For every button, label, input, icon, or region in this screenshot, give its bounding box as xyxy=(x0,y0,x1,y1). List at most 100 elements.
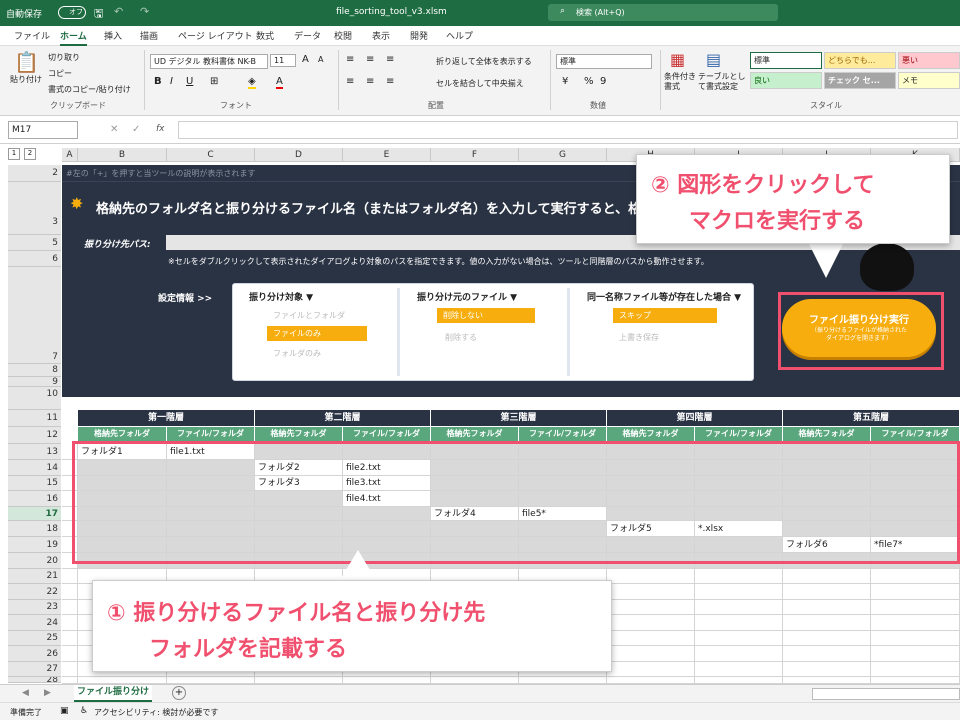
grid-cell[interactable] xyxy=(783,600,871,615)
number-format-select[interactable]: 標準 xyxy=(556,54,652,69)
row-header-22[interactable]: 22 xyxy=(8,584,61,600)
column-header-f[interactable]: F xyxy=(431,148,519,162)
align-center-icon[interactable]: ≡ xyxy=(366,76,374,87)
row-header-17[interactable]: 17 xyxy=(8,507,61,521)
percent-button[interactable]: % xyxy=(584,76,594,87)
grid-cell[interactable] xyxy=(871,662,960,677)
tab-home[interactable]: ホーム xyxy=(60,29,87,46)
panel-title-duplicate[interactable]: 同一名称ファイル等が存在した場合 ▼ xyxy=(587,290,741,303)
comma-button[interactable]: 9 xyxy=(600,76,606,87)
tab-page-layout[interactable]: ページ レイアウト xyxy=(178,29,253,42)
grid-cell[interactable] xyxy=(62,662,78,677)
grid-cell[interactable] xyxy=(783,615,871,631)
row-header-9[interactable]: 9 xyxy=(8,377,61,387)
grid-cell[interactable] xyxy=(871,600,960,615)
name-box[interactable]: M17 xyxy=(8,121,78,139)
outline-level-1[interactable]: 1 xyxy=(8,148,20,160)
style-note[interactable]: メモ xyxy=(898,72,960,89)
row-header-11[interactable]: 11 xyxy=(8,410,61,427)
style-bad[interactable]: 悪い xyxy=(898,52,960,69)
grid-cell[interactable] xyxy=(695,662,783,677)
column-header-b[interactable]: B xyxy=(78,148,167,162)
row-header-19[interactable]: 19 xyxy=(8,537,61,553)
format-as-table-button[interactable]: テーブルとして書式設定 xyxy=(698,72,746,92)
redo-icon[interactable]: ↷ xyxy=(140,5,149,18)
copy-button[interactable]: コピー xyxy=(48,68,72,79)
option-delete[interactable]: 削除する xyxy=(445,332,477,343)
tab-help[interactable]: ヘルプ xyxy=(446,29,473,42)
add-sheet-button[interactable]: + xyxy=(172,686,186,700)
grid-cell[interactable] xyxy=(431,677,519,684)
row-header-6[interactable]: 6 xyxy=(8,251,61,267)
row-header-12[interactable]: 12 xyxy=(8,427,61,444)
horizontal-scrollbar[interactable] xyxy=(812,688,960,700)
cancel-icon[interactable]: ✕ xyxy=(110,124,118,135)
row-header-28[interactable]: 28 xyxy=(8,677,61,683)
option-skip[interactable]: スキップ xyxy=(613,308,717,323)
grid-cell[interactable] xyxy=(62,600,78,615)
grid-cell[interactable] xyxy=(62,646,78,662)
option-files-only[interactable]: ファイルのみ xyxy=(267,326,367,341)
accessibility-icon[interactable]: ♿ xyxy=(80,706,88,716)
row-header-15[interactable]: 15 xyxy=(8,476,61,491)
grid-cell[interactable] xyxy=(871,646,960,662)
save-icon[interactable]: 🖫 xyxy=(94,5,103,24)
row-header-27[interactable]: 27 xyxy=(8,662,61,677)
grid-cell[interactable] xyxy=(695,600,783,615)
shrink-font-button[interactable]: A xyxy=(318,55,323,64)
align-left-icon[interactable]: ≡ xyxy=(346,76,354,87)
grid-cell[interactable] xyxy=(783,584,871,600)
grid-cell[interactable] xyxy=(695,569,783,584)
row-header-16[interactable]: 16 xyxy=(8,491,61,507)
grid-cell[interactable] xyxy=(607,662,695,677)
grid-cell[interactable] xyxy=(871,584,960,600)
option-overwrite[interactable]: 上書き保存 xyxy=(619,332,659,343)
column-header-d[interactable]: D xyxy=(255,148,343,162)
grid-cell[interactable] xyxy=(62,631,78,646)
tab-developer[interactable]: 開発 xyxy=(410,29,428,42)
style-check-cell[interactable]: チェック セ... xyxy=(824,72,896,89)
grow-font-button[interactable]: A xyxy=(302,54,309,65)
grid-cell[interactable] xyxy=(607,677,695,684)
merge-center-button[interactable]: セルを結合して中央揃え xyxy=(436,78,524,89)
row-header-26[interactable]: 26 xyxy=(8,646,61,662)
align-middle-icon[interactable]: ≡ xyxy=(366,54,374,65)
panel-title-target[interactable]: 振り分け対象 ▼ xyxy=(249,290,313,303)
row-header-24[interactable]: 24 xyxy=(8,615,61,631)
tab-insert[interactable]: 挿入 xyxy=(104,29,122,42)
grid-cell[interactable] xyxy=(695,646,783,662)
grid-cell[interactable] xyxy=(871,569,960,584)
tab-formulas[interactable]: 数式 xyxy=(256,29,274,42)
row-header-10[interactable]: 10 xyxy=(8,387,61,410)
grid-cell[interactable] xyxy=(871,615,960,631)
grid-cell[interactable] xyxy=(167,677,255,684)
grid-cell[interactable] xyxy=(607,569,695,584)
row-header-20[interactable]: 20 xyxy=(8,553,61,569)
font-size-select[interactable]: 11 xyxy=(270,54,296,67)
row-header-18[interactable]: 18 xyxy=(8,521,61,537)
grid-cell[interactable] xyxy=(783,569,871,584)
column-header-e[interactable]: E xyxy=(343,148,431,162)
tab-draw[interactable]: 描画 xyxy=(140,29,158,42)
search-box[interactable]: ⌕ 検索 (Alt+Q) xyxy=(548,4,778,21)
grid-cell[interactable] xyxy=(607,631,695,646)
format-as-table-icon[interactable]: ▤ xyxy=(706,50,721,69)
grid-cell[interactable] xyxy=(871,677,960,684)
row-header-8[interactable]: 8 xyxy=(8,364,61,377)
grid-cell[interactable] xyxy=(78,677,167,684)
paste-icon[interactable]: 📋 xyxy=(14,50,39,74)
align-bottom-icon[interactable]: ≡ xyxy=(386,54,394,65)
outline-level-2[interactable]: 2 xyxy=(24,148,36,160)
borders-icon[interactable]: ⊞ xyxy=(210,76,218,87)
grid-cell[interactable] xyxy=(607,615,695,631)
option-files-and-folders[interactable]: ファイルとフォルダ xyxy=(273,310,345,321)
grid-cell[interactable] xyxy=(695,615,783,631)
option-do-not-delete[interactable]: 削除しない xyxy=(437,308,535,323)
grid-cell[interactable] xyxy=(62,569,78,584)
grid-cell[interactable] xyxy=(871,631,960,646)
grid-cell[interactable] xyxy=(607,600,695,615)
tab-file[interactable]: ファイル xyxy=(14,29,50,42)
fill-color-icon[interactable]: ◈ xyxy=(248,76,256,89)
row-header-14[interactable]: 14 xyxy=(8,460,61,476)
cut-button[interactable]: 切り取り xyxy=(48,52,80,63)
